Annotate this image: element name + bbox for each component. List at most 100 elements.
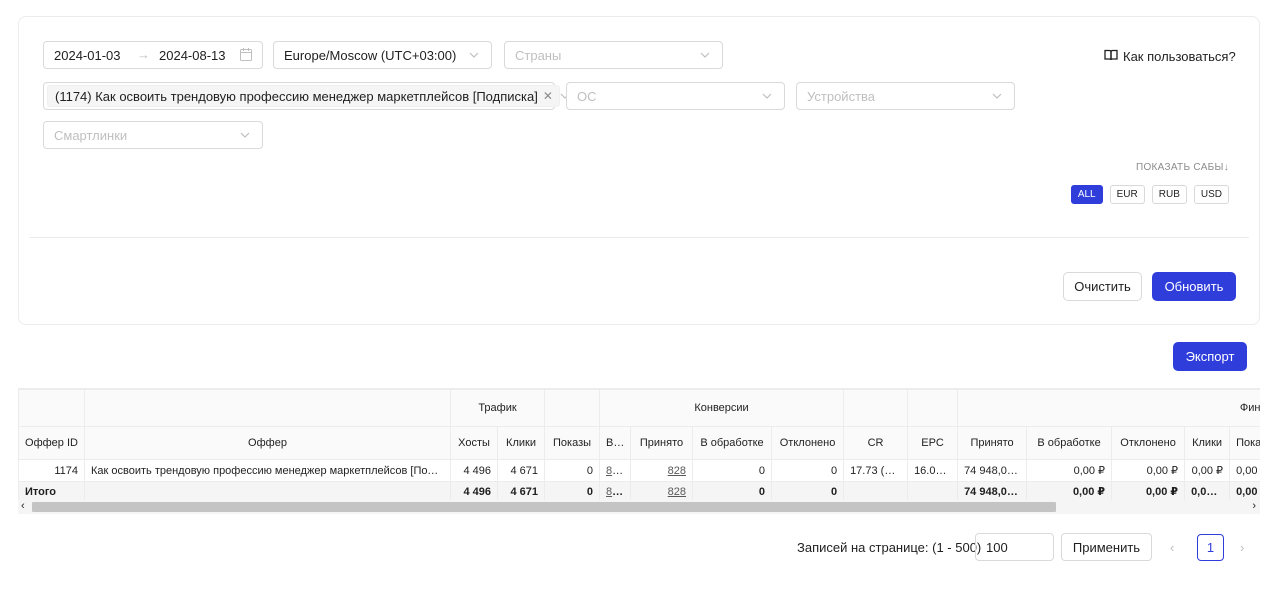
column-header[interactable]: Оффер ID bbox=[18, 426, 85, 460]
column-header[interactable]: CR bbox=[843, 426, 909, 460]
help-link-label: Как пользоваться? bbox=[1123, 49, 1236, 64]
divider bbox=[29, 237, 1249, 238]
column-header[interactable]: Клики bbox=[496, 426, 546, 460]
total-conv-accepted-link[interactable]: 828 bbox=[668, 486, 686, 498]
conv-all-link[interactable]: 828 bbox=[606, 465, 624, 477]
page-button-current[interactable]: 1 bbox=[1197, 534, 1224, 561]
arrow-down-icon: ↓ bbox=[1223, 162, 1229, 173]
date-from[interactable]: 2024-01-03 bbox=[54, 48, 121, 63]
chevron-right-icon[interactable]: › bbox=[1240, 540, 1244, 555]
show-subs-label: ПОКАЗАТЬ САБЫ bbox=[1135, 162, 1224, 173]
scroll-left-icon[interactable]: ‹ bbox=[21, 500, 25, 512]
cell-total-conv-accepted: 828 bbox=[630, 481, 694, 502]
countries-placeholder: Страны bbox=[515, 47, 562, 63]
cell-fin-clicks: 0,00 ₽ bbox=[1184, 459, 1231, 482]
chevron-left-icon[interactable]: ‹ bbox=[1170, 540, 1174, 555]
column-header[interactable]: Показы bbox=[544, 426, 601, 460]
per-page-input[interactable]: 100 bbox=[975, 533, 1054, 561]
help-link[interactable]: Как пользоваться? bbox=[1104, 49, 1236, 64]
column-header[interactable]: В обработке bbox=[1026, 426, 1113, 460]
scroll-right-icon[interactable]: › bbox=[1252, 500, 1256, 512]
chevron-down-icon bbox=[240, 130, 250, 140]
chevron-down-icon bbox=[992, 91, 1002, 101]
cell-total-label: Итого bbox=[18, 481, 85, 502]
table-row: 1174 Как освоить трендовую профессию мен… bbox=[18, 459, 1260, 482]
devices-placeholder: Устройства bbox=[807, 88, 876, 104]
book-icon bbox=[1104, 49, 1118, 64]
group-header-empty bbox=[907, 389, 959, 427]
chevron-down-icon bbox=[700, 50, 710, 60]
os-placeholder: ОС bbox=[577, 88, 597, 104]
cell-total-clicks: 4 671 bbox=[496, 481, 546, 502]
currency-eur-button[interactable]: EUR bbox=[1109, 185, 1145, 204]
show-subs-toggle[interactable]: ПОКАЗАТЬ САБЫ↓ bbox=[1136, 162, 1229, 173]
cell-total-fin-pending: 0,00 ₽ bbox=[1026, 481, 1113, 502]
countries-select[interactable]: Страны bbox=[504, 41, 723, 69]
cell-total-conv-all: 828 bbox=[599, 481, 632, 502]
total-conv-all-link[interactable]: 828 bbox=[606, 486, 624, 498]
cell-hosts: 4 496 bbox=[450, 459, 498, 482]
column-header[interactable]: Показы bbox=[1229, 426, 1260, 460]
cell-total-fin-clicks: 0,00 ₽ bbox=[1184, 481, 1231, 502]
cell-total-cr bbox=[843, 481, 909, 502]
smartlinks-placeholder: Смартлинки bbox=[54, 127, 128, 143]
cell-total-fin-impressions: 0,00 ₽ bbox=[1229, 481, 1260, 502]
smartlinks-select[interactable]: Смартлинки bbox=[43, 121, 263, 149]
offer-select[interactable]: (1174) Как освоить трендовую профессию м… bbox=[43, 82, 570, 110]
column-header[interactable]: Отклонено bbox=[771, 426, 845, 460]
chevron-down-icon bbox=[469, 50, 479, 60]
cell-fin-accepted: 74 948,00 ₽ bbox=[957, 459, 1028, 482]
cell-fin-impressions: 0,00 ₽ bbox=[1229, 459, 1260, 482]
column-header[interactable]: Принято bbox=[630, 426, 694, 460]
group-header-traffic: Трафик bbox=[449, 389, 546, 427]
per-page-label: Записей на странице: (1 - 500) bbox=[797, 540, 982, 555]
column-header[interactable]: Оффер bbox=[84, 426, 451, 460]
cell-offer-id: 1174 bbox=[18, 459, 85, 482]
cell-total-fin-accepted: 74 948,00 ₽ bbox=[957, 481, 1028, 502]
column-header[interactable]: Принято bbox=[957, 426, 1028, 460]
column-header[interactable]: EPC bbox=[907, 426, 959, 460]
clear-button[interactable]: Очистить bbox=[1063, 272, 1142, 301]
cell-total-empty bbox=[84, 481, 451, 502]
export-button[interactable]: Экспорт bbox=[1173, 342, 1247, 371]
group-header-empty bbox=[544, 389, 601, 427]
cell-offer-name: Как освоить трендовую профессию менеджер… bbox=[84, 459, 451, 482]
table-total-row: Итого 4 496 4 671 0 828 828 0 0 74 948,0… bbox=[18, 481, 1260, 502]
chevron-down-icon bbox=[762, 91, 772, 101]
calendar-icon bbox=[240, 48, 252, 64]
cell-conv-accepted: 828 bbox=[630, 459, 694, 482]
column-header[interactable]: Отклонено bbox=[1111, 426, 1186, 460]
offer-tag-label: (1174) Как освоить трендовую профессию м… bbox=[55, 88, 538, 104]
column-header[interactable]: Все bbox=[599, 426, 632, 460]
offer-tag: (1174) Как освоить трендовую профессию м… bbox=[47, 85, 560, 107]
date-to[interactable]: 2024-08-13 bbox=[159, 48, 226, 63]
cell-impressions: 0 bbox=[544, 459, 601, 482]
apply-button[interactable]: Применить bbox=[1061, 533, 1152, 561]
column-header[interactable]: Хосты bbox=[450, 426, 498, 460]
horizontal-scrollbar[interactable]: ‹ › bbox=[18, 500, 1260, 514]
cell-total-fin-rejected: 0,00 ₽ bbox=[1111, 481, 1186, 502]
conv-accepted-link[interactable]: 828 bbox=[668, 465, 686, 477]
cell-total-conv-rejected: 0 bbox=[771, 481, 845, 502]
cell-conv-rejected: 0 bbox=[771, 459, 845, 482]
filter-panel: 2024-01-03 → 2024-08-13 Europe/Moscow (U… bbox=[18, 16, 1260, 325]
date-range-picker[interactable]: 2024-01-03 → 2024-08-13 bbox=[43, 41, 263, 69]
currency-rub-button[interactable]: RUB bbox=[1151, 185, 1187, 204]
cell-clicks: 4 671 bbox=[496, 459, 546, 482]
os-select[interactable]: ОС bbox=[566, 82, 785, 110]
devices-select[interactable]: Устройства bbox=[796, 82, 1015, 110]
scrollbar-thumb[interactable] bbox=[32, 502, 1056, 512]
cell-total-impressions: 0 bbox=[544, 481, 601, 502]
cell-fin-rejected: 0,00 ₽ bbox=[1111, 459, 1186, 482]
currency-all-button[interactable]: ALL bbox=[1070, 185, 1103, 204]
close-icon[interactable]: ✕ bbox=[543, 89, 553, 103]
column-header[interactable]: Клики bbox=[1184, 426, 1231, 460]
currency-usd-button[interactable]: USD bbox=[1193, 185, 1229, 204]
group-header-empty bbox=[18, 389, 85, 427]
update-button[interactable]: Обновить bbox=[1152, 272, 1236, 301]
cell-total-epc bbox=[907, 481, 959, 502]
timezone-select[interactable]: Europe/Moscow (UTC+03:00) bbox=[273, 41, 492, 69]
column-header[interactable]: В обработке bbox=[692, 426, 773, 460]
group-header-conversions: Конверсии bbox=[599, 389, 845, 427]
timezone-value: Europe/Moscow (UTC+03:00) bbox=[284, 47, 457, 63]
